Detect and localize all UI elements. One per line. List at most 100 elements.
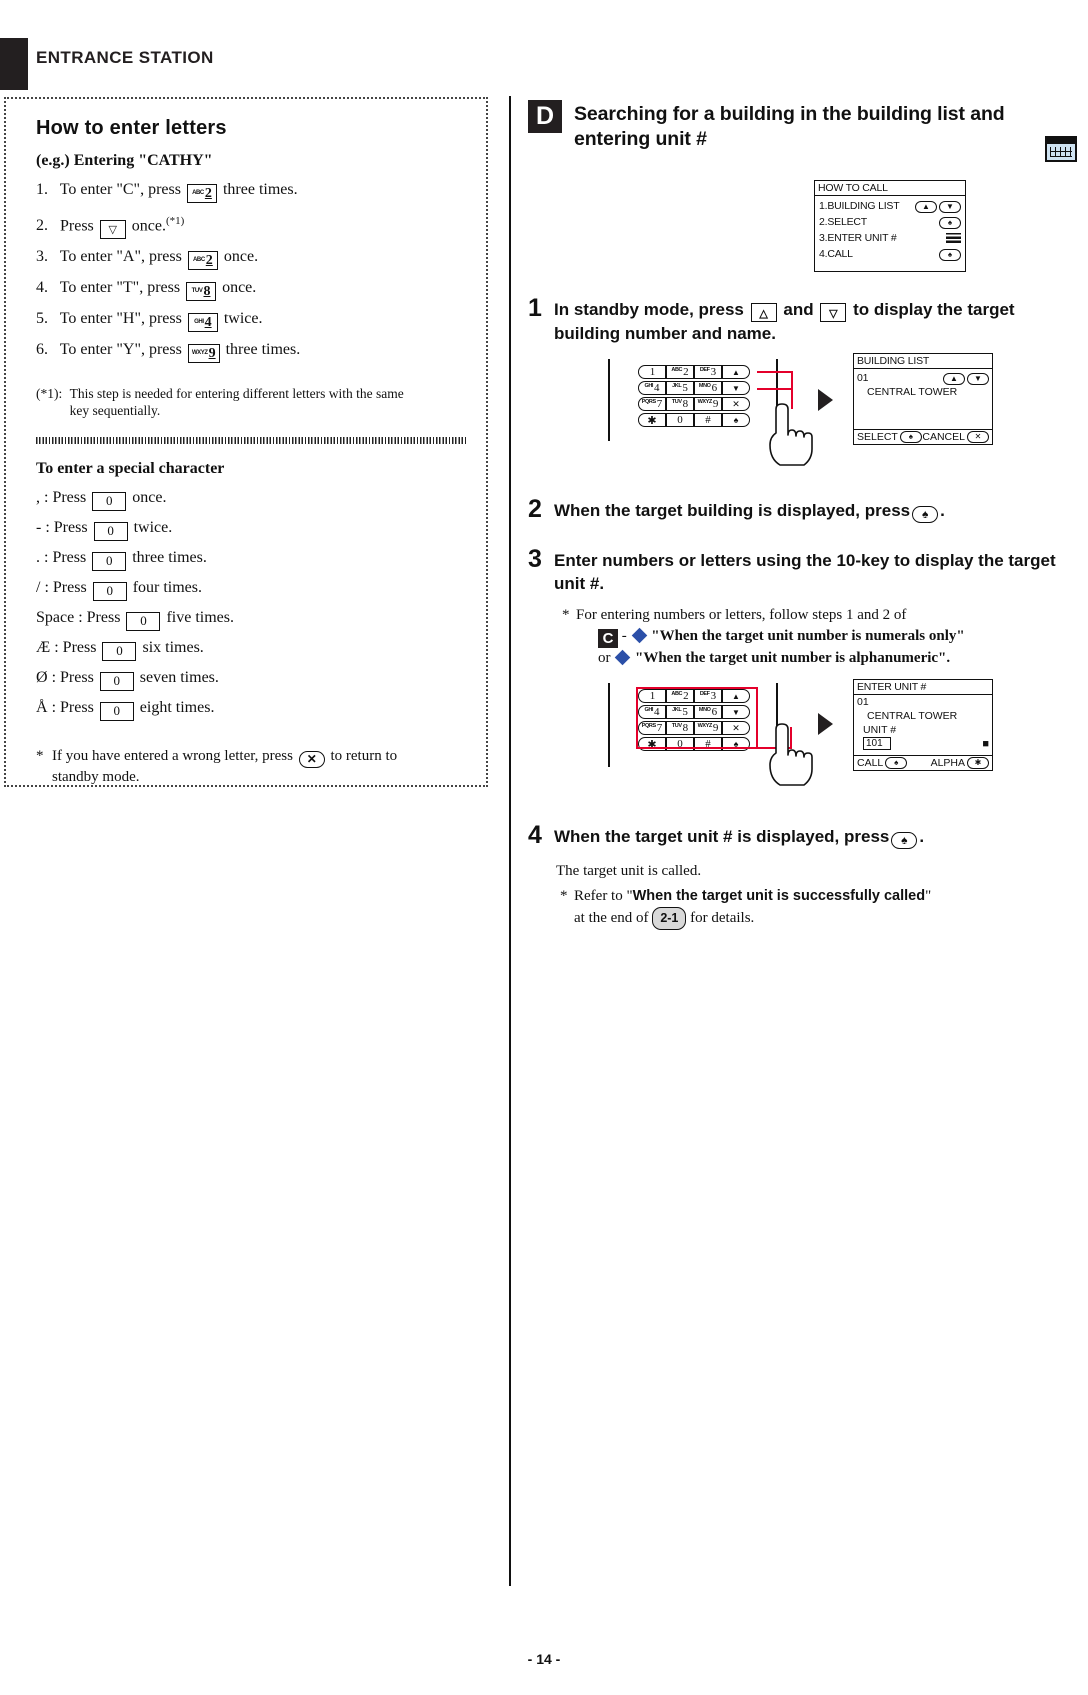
keypad-key-8[interactable]: TUV 8 — [666, 721, 694, 735]
cancel-key-icon: ✕ — [298, 751, 325, 769]
keypad-device-icon — [1045, 136, 1077, 162]
keypad-key-2[interactable]: ABC 2 — [666, 689, 694, 703]
keypad-row: GHI 4 JKL 5 MNO 6 ▼ — [638, 381, 750, 395]
call-button-icon: ♠ — [733, 415, 739, 425]
special-character-title: To enter a special character — [36, 460, 225, 478]
keypad-key-4[interactable]: GHI 4 — [638, 381, 666, 395]
special-character-list: , : Press 0 once. - : Press 0 twice. . :… — [36, 488, 468, 722]
callout-box-bottom — [636, 747, 758, 749]
step-text-post: once. — [223, 248, 259, 266]
note-dash: - — [621, 628, 627, 644]
figure-left-rule — [608, 359, 610, 441]
footnote-ref: (*1) — [165, 215, 185, 227]
step1-text-b: and — [783, 300, 814, 319]
keypad-key-up[interactable]: ▲ — [722, 365, 750, 379]
keypad-key-6[interactable]: MNO 6 — [694, 705, 722, 719]
step-4: 4 When the target unit # is displayed, p… — [528, 821, 1073, 849]
unit-input[interactable]: 101 — [863, 737, 891, 750]
flow-arrow-icon — [818, 713, 833, 735]
keypad-key-cancel[interactable]: ✕ — [722, 397, 750, 411]
keypad-key-5[interactable]: JKL 5 — [666, 705, 694, 719]
step3-note: * For entering numbers or letters, follo… — [562, 605, 1036, 669]
call-button-key-icon: ♠ — [891, 832, 918, 849]
key-glyph: ▽ — [829, 308, 838, 320]
key-letters: ABC — [192, 257, 205, 264]
keypad-key-6[interactable]: MNO 6 — [694, 381, 722, 395]
key-digit: 0 — [113, 673, 121, 689]
key-digit: 3 — [710, 366, 717, 378]
hand-illustration — [769, 723, 813, 786]
key-digit: 7 — [656, 398, 663, 410]
keypad-key-0[interactable]: 0 — [666, 413, 694, 427]
key-digit: 2 — [204, 186, 212, 201]
alpha-label: ALPHA — [930, 757, 965, 769]
keypad-key-9-icon: WXYZ9 — [187, 344, 220, 364]
keypad-key-2[interactable]: ABC 2 — [666, 365, 694, 379]
section-d-header: D Searching for a building in the buildi… — [528, 100, 1077, 162]
key-digit: 4 — [654, 706, 660, 718]
at-end-of: at the end of — [574, 910, 649, 926]
keypad-key-star[interactable]: ✱ — [638, 413, 666, 427]
key-digit: 8 — [682, 722, 689, 734]
diamond-bullet-icon — [631, 627, 647, 644]
page-header: ENTRANCE STATION — [0, 38, 1088, 90]
icon-grid — [1050, 147, 1072, 157]
step3-text: Enter numbers or letters using the 10-ke… — [554, 551, 1056, 593]
call-button-icon: ♠ — [899, 431, 922, 443]
times-text: five times. — [166, 609, 234, 627]
list-item: 1. To enter "C", press ABC2 three times. — [36, 180, 468, 203]
section-badge-d: D — [528, 100, 562, 133]
keypad-key-down[interactable]: ▼ — [722, 381, 750, 395]
keypad-key-8[interactable]: TUV 8 — [666, 397, 694, 411]
lcd-footer: CALL ♠ ALPHA ✱ — [854, 755, 992, 770]
refer-post: " — [925, 888, 932, 904]
table-row: 3.ENTER UNIT # — [819, 230, 961, 246]
keypad-key-up[interactable]: ▲ — [722, 689, 750, 703]
close-icon: ✕ — [732, 398, 740, 409]
note-star: * — [560, 888, 568, 904]
keypad-diagram: 1 ABC 2 DEF 3 ▲ GHI 4 JKL 5 MNO 6 ▼ PQRS 7 TUV… — [638, 365, 750, 429]
keypad-key-1[interactable]: 1 — [638, 365, 666, 379]
building-name: CENTRAL TOWER — [867, 710, 958, 722]
key-letters: ABC — [671, 691, 683, 697]
key-digit: 6 — [711, 706, 718, 718]
note-quote-1: "When the target unit number is numerals… — [651, 628, 965, 644]
key-digit: 1 — [649, 690, 656, 702]
press-text: : Press — [51, 669, 94, 687]
hamburger-icon — [946, 233, 961, 243]
keypad-key-1[interactable]: 1 — [638, 689, 666, 703]
keypad-key-7[interactable]: PQRS 7 — [638, 397, 666, 411]
keypad-diagram-2: 1 ABC 2 DEF 3 ▲ GHI 4 JKL 5 MNO 6 ▼ PQRS 7 TUV… — [638, 689, 750, 753]
column-divider — [509, 96, 511, 1586]
keypad-key-4[interactable]: GHI 4 — [638, 705, 666, 719]
step1-text-a: In standby mode, press — [554, 300, 744, 319]
keypad-key-3[interactable]: DEF 3 — [694, 689, 722, 703]
keypad-key-down[interactable]: ▼ — [722, 705, 750, 719]
note-star: * — [36, 748, 44, 765]
key-glyph: ♠ — [901, 833, 908, 847]
key-letters: WXYZ — [191, 350, 208, 357]
keypad-key-9[interactable]: WXYZ 9 — [694, 397, 722, 411]
close-icon: ✕ — [967, 431, 989, 443]
keypad-key-7[interactable]: PQRS 7 — [638, 721, 666, 735]
keypad-key-0-icon: 0 — [99, 672, 134, 692]
keypad-key-cancel[interactable]: ✕ — [722, 721, 750, 735]
keypad-key-call[interactable]: ♠ — [722, 413, 750, 427]
special-char: Ø — [36, 669, 48, 687]
key-digit: 2 — [683, 690, 689, 702]
note-star: * — [562, 607, 570, 623]
times-text: four times. — [132, 579, 203, 597]
key-letters: GHI — [644, 707, 654, 713]
keypad-key-5[interactable]: JKL 5 — [666, 381, 694, 395]
list-item: 6. To enter "Y", press WXYZ9 three times… — [36, 340, 468, 364]
key-letters: GHI — [644, 383, 654, 389]
table-row: 2.SELECT ♠ — [819, 214, 961, 230]
section-heading: Searching for a building in the building… — [574, 103, 1005, 150]
step-1: 1 In standby mode, press △ and ▽ to disp… — [528, 294, 1073, 345]
keypad-key-3[interactable]: DEF 3 — [694, 365, 722, 379]
keypad-key-hash[interactable]: # — [694, 413, 722, 427]
keypad-row: 1 ABC 2 DEF 3 ▲ — [638, 365, 750, 379]
lcd-enter-unit: ENTER UNIT # 01 CENTRAL TOWER UNIT # 101… — [853, 679, 993, 771]
key-letters: MNO — [698, 383, 711, 389]
keypad-key-9[interactable]: WXYZ 9 — [694, 721, 722, 735]
